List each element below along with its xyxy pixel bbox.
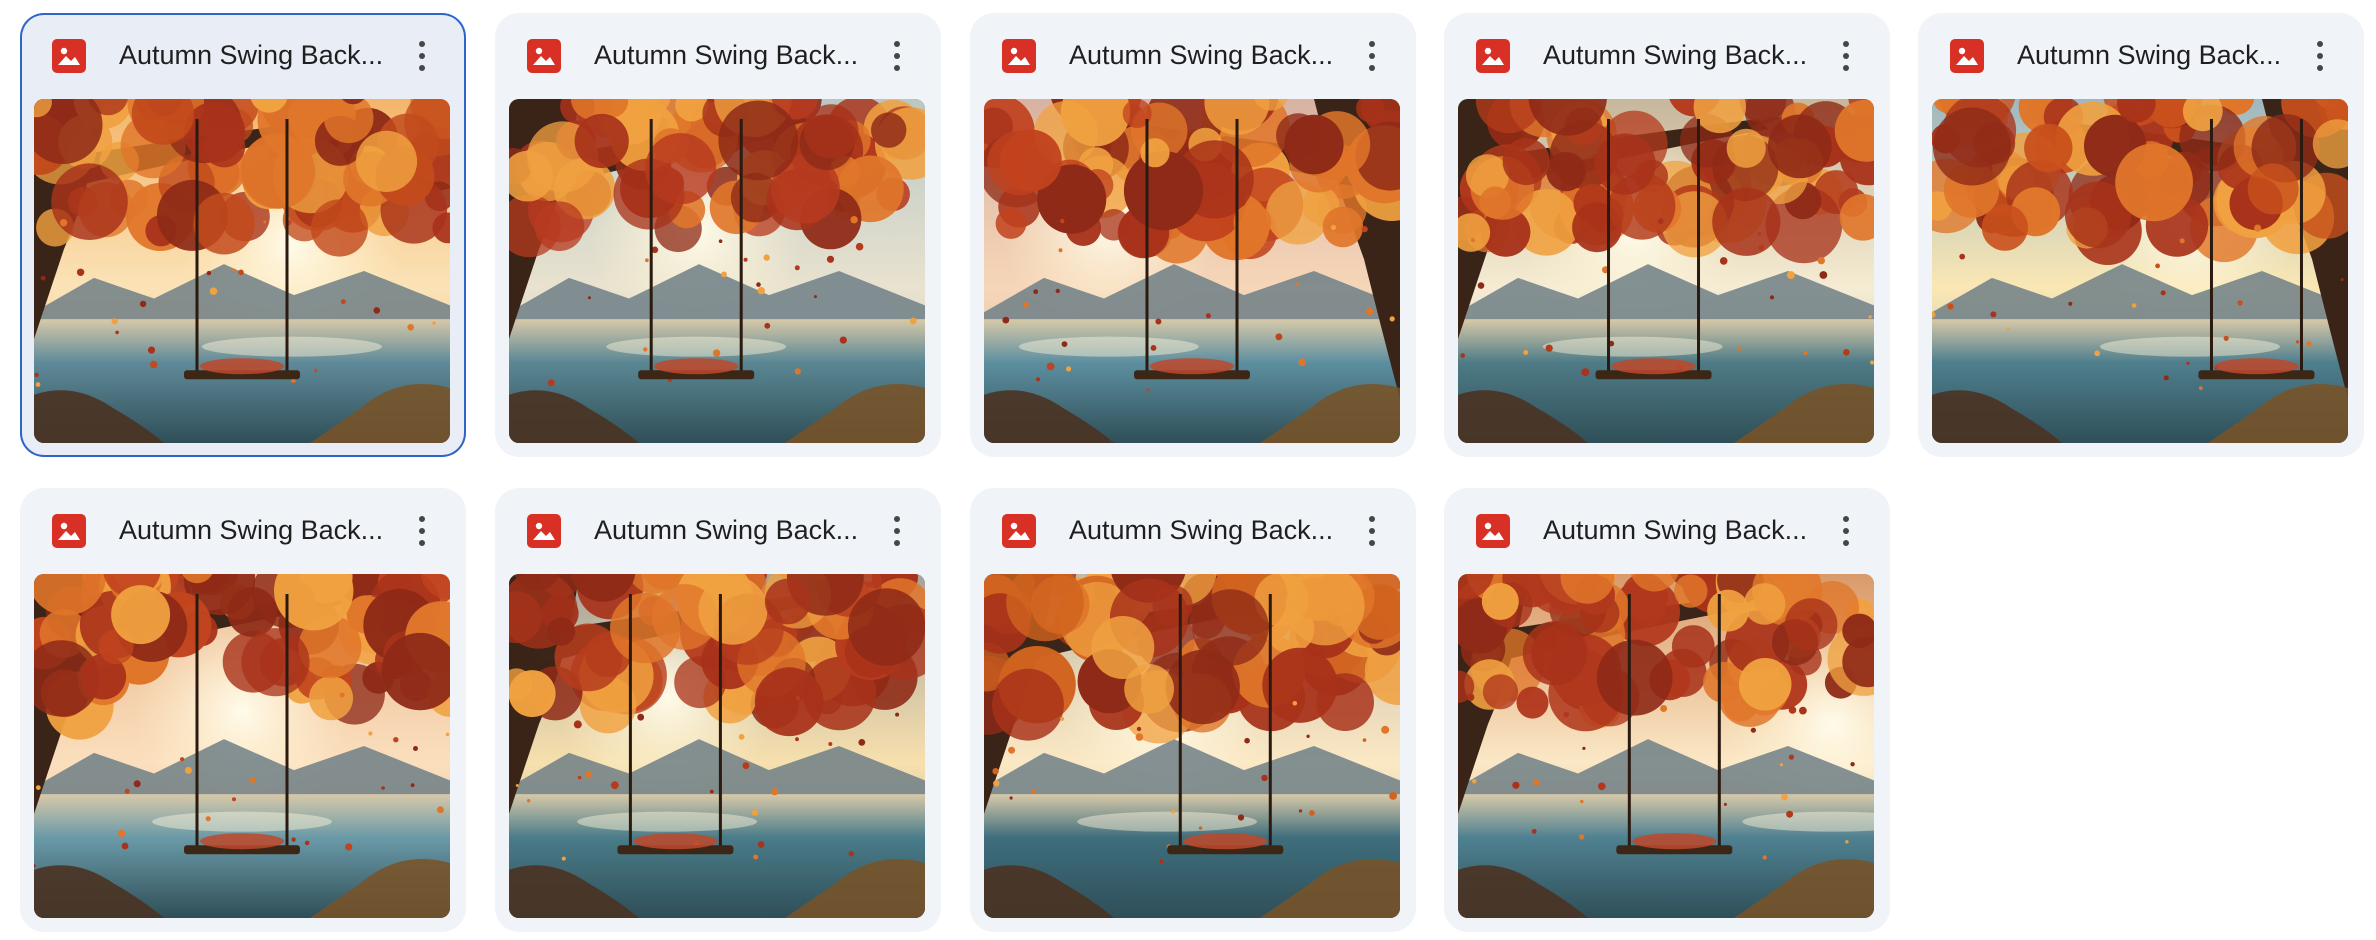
file-name: Autumn Swing Back... [119,40,384,70]
file-thumbnail[interactable] [1458,574,1874,918]
file-card-header: Autumn Swing Back... [1918,13,2364,99]
file-name: Autumn Swing Back... [1543,515,1808,545]
file-card-header: Autumn Swing Back... [495,13,941,99]
file-card[interactable]: Autumn Swing Back... [20,488,466,932]
file-name: Autumn Swing Back... [594,515,859,545]
file-card-header: Autumn Swing Back... [1444,13,1890,99]
more-options-button[interactable] [872,31,922,81]
thumbnail-image [509,99,925,443]
image-file-icon [1002,514,1036,548]
file-card[interactable]: Autumn Swing Back... [1444,488,1890,932]
file-card-header: Autumn Swing Back... [970,13,1416,99]
file-card[interactable]: Autumn Swing Back... [1444,13,1890,457]
image-file-icon [1002,39,1036,73]
swing-flowers [2214,358,2299,375]
more-vert-icon [419,41,425,47]
thumbnail-image [1932,99,2348,443]
thumbnail-image [984,574,1400,918]
file-card[interactable]: Autumn Swing Back... [970,488,1416,932]
file-thumbnail[interactable] [984,574,1400,918]
more-vert-icon [894,41,900,47]
autumn-foliage [34,99,450,257]
image-file-icon [1476,514,1510,548]
file-thumbnail[interactable] [984,99,1400,443]
more-options-button[interactable] [872,506,922,556]
swing-flowers [1150,358,1234,375]
autumn-foliage [509,574,925,737]
more-options-button[interactable] [1347,31,1397,81]
more-vert-icon [1843,516,1849,522]
thumbnail-image [1458,99,1874,443]
file-thumbnail[interactable] [34,574,450,918]
file-card-header: Autumn Swing Back... [495,488,941,574]
swing-flowers [654,358,739,375]
thumbnail-image [34,574,450,918]
thumbnail-image [1458,574,1874,918]
swing-flowers [200,358,284,375]
more-vert-icon [894,516,900,522]
image-file-icon [52,514,86,548]
more-options-button[interactable] [1821,31,1871,81]
file-thumbnail[interactable] [1458,99,1874,443]
file-card-header: Autumn Swing Back... [1444,488,1890,574]
thumbnail-image [984,99,1400,443]
swing-flowers [200,833,284,850]
file-card-header: Autumn Swing Back... [20,13,466,99]
more-options-button[interactable] [397,506,447,556]
thumbnail-image [509,574,925,918]
file-card-header: Autumn Swing Back... [970,488,1416,574]
file-name: Autumn Swing Back... [119,515,384,545]
swing-flowers [1183,833,1268,850]
more-options-button[interactable] [1821,506,1871,556]
file-thumbnail[interactable] [509,99,925,443]
file-name: Autumn Swing Back... [1069,515,1334,545]
file-grid: Autumn Swing Back... Autumn Swing Back..… [0,0,2376,940]
file-card-header: Autumn Swing Back... [20,488,466,574]
more-vert-icon [419,516,425,522]
more-options-button[interactable] [1347,506,1397,556]
thumbnail-image [34,99,450,443]
file-name: Autumn Swing Back... [594,40,859,70]
swing-flowers [1632,833,1717,850]
file-thumbnail[interactable] [34,99,450,443]
more-vert-icon [1369,516,1375,522]
more-vert-icon [1843,41,1849,47]
file-thumbnail[interactable] [509,574,925,918]
autumn-foliage [1932,99,2348,265]
file-card[interactable]: Autumn Swing Back... [20,13,466,457]
file-card[interactable]: Autumn Swing Back... [495,488,941,932]
more-options-button[interactable] [397,31,447,81]
image-file-icon [1950,39,1984,73]
image-file-icon [527,514,561,548]
file-card[interactable]: Autumn Swing Back... [970,13,1416,457]
image-file-icon [52,39,86,73]
file-name: Autumn Swing Back... [2017,40,2282,70]
more-vert-icon [2317,41,2323,47]
image-file-icon [527,39,561,73]
file-thumbnail[interactable] [1932,99,2348,443]
file-name: Autumn Swing Back... [1543,40,1808,70]
more-options-button[interactable] [2295,31,2345,81]
file-card[interactable]: Autumn Swing Back... [1918,13,2364,457]
more-vert-icon [1369,41,1375,47]
image-file-icon [1476,39,1510,73]
file-card[interactable]: Autumn Swing Back... [495,13,941,457]
swing-flowers [633,833,718,850]
file-name: Autumn Swing Back... [1069,40,1334,70]
swing-flowers [1611,358,1696,375]
autumn-foliage [984,574,1400,744]
